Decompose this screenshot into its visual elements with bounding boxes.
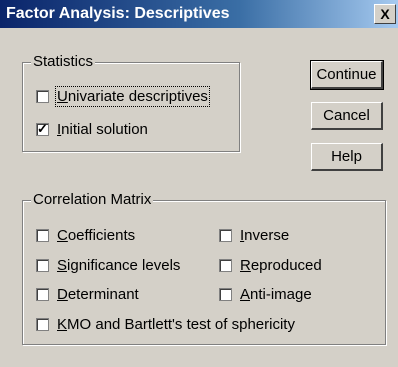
checkbox-box[interactable] — [36, 90, 49, 103]
anti-image-checkbox[interactable]: Anti-image — [219, 286, 312, 303]
close-button[interactable]: X — [374, 4, 396, 24]
cancel-button[interactable]: Cancel — [311, 102, 383, 130]
checkbox-box[interactable] — [219, 259, 232, 272]
help-button[interactable]: Help — [311, 143, 383, 171]
checkbox-box[interactable] — [36, 318, 49, 331]
coefficients-checkbox[interactable]: Coefficients — [36, 227, 135, 244]
checkbox-box[interactable] — [36, 229, 49, 242]
checkbox-label: Reproduced — [240, 257, 322, 274]
inverse-checkbox[interactable]: Inverse — [219, 227, 289, 244]
factor-analysis-descriptives-dialog: Factor Analysis: Descriptives X Statisti… — [0, 0, 398, 367]
checkbox-label: Significance levels — [57, 257, 181, 274]
continue-button[interactable]: Continue — [310, 60, 384, 90]
checkbox-box[interactable] — [219, 229, 232, 242]
dialog-title: Factor Analysis: Descriptives — [6, 5, 230, 22]
checkbox-label: Inverse — [240, 227, 290, 244]
statistics-group-label: Statistics — [31, 53, 96, 70]
correlation-matrix-group-label: Correlation Matrix — [31, 191, 154, 208]
initial-solution-checkbox[interactable]: ✓ Initial solution — [36, 121, 148, 138]
checkbox-label: Determinant — [57, 286, 139, 303]
checkbox-label: Coefficients — [57, 227, 136, 244]
checkbox-label: Initial solution — [57, 121, 148, 138]
kmo-bartlett-checkbox[interactable]: KMO and Bartlett's test of sphericity — [36, 316, 295, 333]
checkbox-box[interactable]: ✓ — [36, 121, 49, 136]
checkbox-box[interactable] — [36, 259, 49, 272]
significance-levels-checkbox[interactable]: Significance levels — [36, 257, 180, 274]
reproduced-checkbox[interactable]: Reproduced — [219, 257, 322, 274]
checkbox-label: KMO and Bartlett's test of sphericity — [57, 316, 295, 333]
checkbox-label: Anti-image — [240, 286, 312, 303]
statistics-group: Statistics — [22, 53, 240, 152]
univariate-descriptives-checkbox[interactable]: Univariate descriptives — [36, 86, 210, 107]
checkbox-box[interactable] — [36, 288, 49, 301]
check-mark-icon: ✓ — [37, 121, 48, 136]
determinant-checkbox[interactable]: Determinant — [36, 286, 139, 303]
checkbox-box[interactable] — [219, 288, 232, 301]
checkbox-label: Univariate descriptives — [55, 86, 210, 107]
title-bar[interactable]: Factor Analysis: Descriptives X — [0, 0, 398, 28]
